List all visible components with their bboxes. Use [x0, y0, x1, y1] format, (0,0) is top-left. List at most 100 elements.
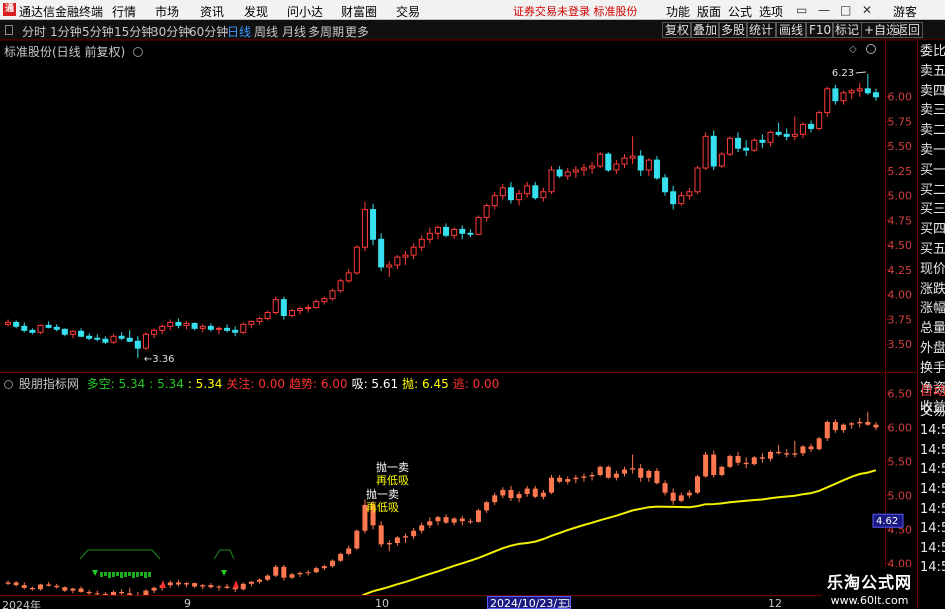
- candle: [572, 166, 579, 178]
- skin-button[interactable]: ▭: [796, 3, 807, 17]
- menu-zixun[interactable]: 资讯: [200, 3, 224, 20]
- menu-jiaoyi[interactable]: 交易: [396, 3, 420, 20]
- period-5min[interactable]: 5分钟: [82, 23, 114, 40]
- indicator-bar: [78, 586, 84, 593]
- indicator-bar: [751, 455, 757, 466]
- menu-xuanxiang[interactable]: 选项: [759, 3, 783, 20]
- indicator-body: [281, 566, 287, 578]
- price-axis-label: 4.75: [888, 214, 913, 227]
- restore-rights-button[interactable]: 复权: [662, 22, 693, 38]
- period-1min[interactable]: 1分钟: [50, 23, 82, 40]
- minimize-button[interactable]: —: [818, 3, 830, 17]
- indicator-toggle-icon[interactable]: [4, 380, 13, 389]
- indicator-body: [451, 518, 457, 523]
- menu-faxian[interactable]: 发现: [244, 3, 268, 20]
- indicator-bar: [467, 518, 473, 524]
- period-daily[interactable]: 日线: [227, 23, 251, 40]
- candle: [118, 332, 125, 341]
- close-button[interactable]: ✕: [862, 3, 872, 17]
- quote-field-label[interactable]: 委比: [920, 42, 945, 62]
- indicator-body: [824, 421, 830, 439]
- candle-body-up: [678, 195, 685, 205]
- quote-field-label[interactable]: 买一: [920, 161, 945, 181]
- quote-field-label[interactable]: 外盘: [920, 339, 945, 359]
- period-30min[interactable]: 30分钟: [151, 23, 190, 40]
- indicator-chart[interactable]: 6.506.005.505.004.504.00 抛一卖再低吸抛一卖再低吸4.6…: [0, 372, 917, 595]
- candle-body-up: [702, 135, 709, 169]
- back-button[interactable]: 返回: [893, 22, 924, 38]
- candle-body-down: [191, 322, 198, 329]
- candle: [329, 288, 336, 301]
- candle: [678, 191, 685, 206]
- period-15min[interactable]: 15分钟: [114, 23, 153, 40]
- menu-wenxiaoda[interactable]: 问小达: [287, 3, 323, 20]
- candle: [61, 328, 68, 337]
- quote-field-label[interactable]: 卖五: [920, 62, 945, 82]
- quote-field-label[interactable]: 涨跌: [920, 280, 945, 300]
- candle-body-up: [434, 226, 441, 234]
- indicator-bar: [613, 470, 619, 481]
- x-label-sep: 9: [184, 597, 191, 609]
- quote-field-label[interactable]: 总量: [920, 319, 945, 339]
- period-toolbar: 分时 1分钟 5分钟 15分钟 30分钟 60分钟 日线 周线 月线 多周期 更…: [0, 20, 945, 40]
- chart-diamond-icon[interactable]: ◇: [849, 44, 857, 55]
- period-multi[interactable]: 多周期: [308, 23, 344, 40]
- indicator-bar: [29, 586, 35, 591]
- indicator-bar: [800, 445, 806, 456]
- quote-field-label[interactable]: 换手: [920, 359, 945, 379]
- indicator-bar: [540, 489, 546, 500]
- period-more[interactable]: 更多: [345, 23, 369, 40]
- menu-banmian[interactable]: 版面: [697, 3, 721, 20]
- chart-circle-icon[interactable]: [866, 44, 876, 54]
- auto-trade-label[interactable]: 自动: [920, 382, 945, 402]
- period-fenshi[interactable]: 分时: [22, 23, 46, 40]
- indicator-bar: [832, 419, 838, 433]
- quote-field-label[interactable]: 卖一: [920, 141, 945, 161]
- menu-gongneng[interactable]: 功能: [666, 3, 690, 20]
- quote-field-label[interactable]: 买三: [920, 200, 945, 220]
- buy-arrow-icon: [160, 580, 166, 588]
- indicator-bar: [13, 581, 19, 587]
- login-notice[interactable]: 证券交易未登录 标准股份: [513, 3, 638, 19]
- period-60min[interactable]: 60分钟: [189, 23, 228, 40]
- period-monthly[interactable]: 月线: [282, 23, 306, 40]
- overlay-button[interactable]: 叠加: [690, 22, 721, 38]
- indicator-body: [613, 473, 619, 478]
- candlestick-chart[interactable]: 6.00 5.75 5.50 5.25 5.00 4.75 4.50 4.25 4.00 3.75…: [0, 40, 917, 372]
- mark-button[interactable]: 标记: [832, 22, 863, 38]
- menu-gongshi[interactable]: 公式: [728, 3, 752, 20]
- f10-button[interactable]: F10: [806, 22, 835, 38]
- indicator-body: [427, 521, 433, 526]
- menu-hangqing[interactable]: 行情: [112, 3, 136, 20]
- quote-field-label[interactable]: 买四: [920, 220, 945, 240]
- quote-field-label[interactable]: 涨幅: [920, 299, 945, 319]
- expand-icon[interactable]: [5, 25, 13, 35]
- quote-field-label[interactable]: 卖四: [920, 82, 945, 102]
- period-weekly[interactable]: 周线: [254, 23, 278, 40]
- candle-body-down: [808, 123, 815, 129]
- bull-volume-tick: [104, 572, 107, 576]
- candle: [21, 322, 28, 333]
- multi-stock-button[interactable]: 多股: [718, 22, 749, 38]
- quote-field-label[interactable]: 现价: [920, 260, 945, 280]
- candle: [694, 166, 701, 194]
- quote-field-label[interactable]: 卖三: [920, 101, 945, 121]
- draw-line-button[interactable]: 画线: [776, 22, 807, 38]
- guest-user[interactable]: 游客: [893, 3, 917, 20]
- indicator-bar: [719, 465, 725, 477]
- indicator-bar: [824, 420, 830, 441]
- auto-trade-label[interactable]: 交易: [920, 402, 945, 422]
- stats-button[interactable]: 统计: [746, 22, 777, 38]
- indicator-body: [419, 525, 425, 531]
- indicator-body: [849, 423, 855, 425]
- quote-field-label[interactable]: 买五: [920, 240, 945, 260]
- indicator-body: [224, 586, 230, 588]
- quote-field-label[interactable]: 买二: [920, 181, 945, 201]
- low-price-label: ←3.36: [144, 354, 175, 365]
- settings-icon[interactable]: [133, 47, 144, 57]
- quote-field-label[interactable]: 卖二: [920, 121, 945, 141]
- maximize-button[interactable]: □: [840, 3, 851, 17]
- menu-caifuquan[interactable]: 财富圈: [341, 3, 377, 20]
- menu-shichang[interactable]: 市场: [155, 3, 179, 20]
- candle: [305, 304, 312, 313]
